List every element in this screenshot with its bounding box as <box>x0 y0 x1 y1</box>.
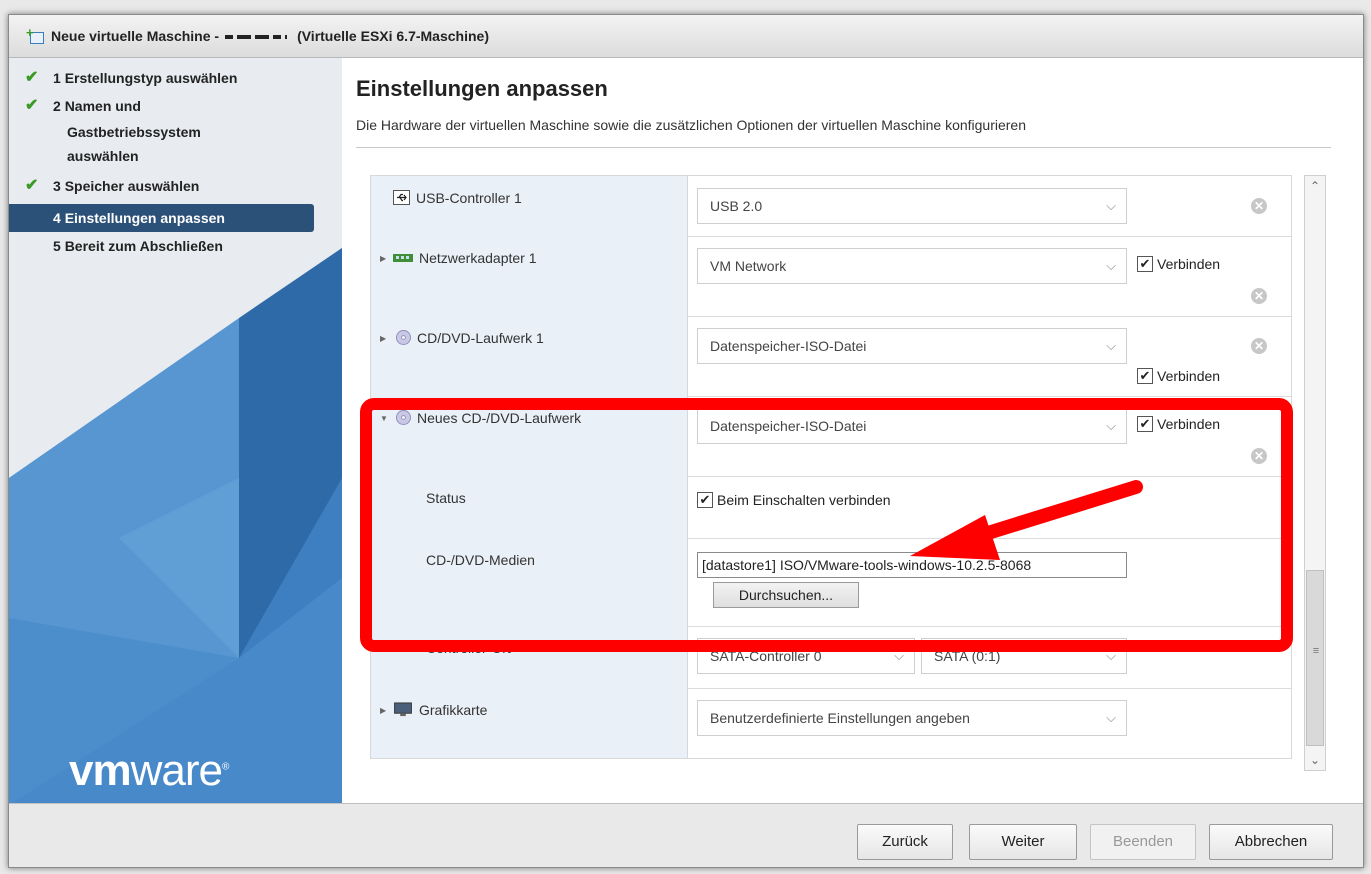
step-4-active[interactable]: ✔ 4 Einstellungen anpassen <box>9 204 314 232</box>
step-label: Einstellungen anpassen <box>64 210 225 226</box>
new-vm-icon: + <box>26 25 45 44</box>
gpu-label: Grafikkarte <box>419 702 488 718</box>
controller-port-select[interactable]: SATA (0:1) ⌵ <box>921 638 1127 674</box>
controller-label: Controller-Ort <box>426 640 511 656</box>
step-2[interactable]: ✔ 2 Namen und Gastbetriebssystem auswähl… <box>9 96 342 176</box>
new-cd-label: Neues CD-/DVD-Laufwerk <box>417 410 582 426</box>
hardware-row-status: Status ✔ Beim Einschalten verbinden <box>371 476 1291 539</box>
step-label: Speicher auswählen <box>64 178 200 194</box>
check-icon: ✔ <box>25 97 39 114</box>
hardware-row-new-cd[interactable]: ▼ Neues CD-/DVD-Laufwerk Datenspeicher-I… <box>371 396 1291 477</box>
connect-at-power-on-checkbox[interactable]: ✔ Beim Einschalten verbinden <box>697 492 891 508</box>
status-label: Status <box>426 490 466 506</box>
usb-label: USB-Controller 1 <box>416 190 522 206</box>
step-label: Erstellungstyp auswählen <box>64 70 238 86</box>
grip-icon: ≡ <box>1312 645 1320 657</box>
expand-arrow-icon[interactable]: ▶ <box>380 254 386 263</box>
expand-arrow-icon[interactable]: ▶ <box>380 334 386 343</box>
step-label: Bereit zum Abschließen <box>64 238 223 254</box>
collapse-arrow-icon[interactable]: ▼ <box>380 414 388 423</box>
redacted-vm-name <box>225 28 291 44</box>
iso-path-input[interactable]: [datastore1] ISO/VMware-tools-windows-10… <box>697 552 1127 578</box>
divider <box>356 147 1331 148</box>
remove-cd1-icon[interactable]: ✕ <box>1251 338 1267 354</box>
check-icon: ✔ <box>25 69 39 86</box>
browse-button[interactable]: Durchsuchen... <box>713 582 859 608</box>
hardware-row-network[interactable]: ▶ Netzwerkadapter 1 VM Network ⌵ ✔ Verbind… <box>371 236 1291 317</box>
hardware-row-gpu[interactable]: ▶ Grafikkarte Benutzerdefinierte Einstel… <box>371 688 1291 758</box>
gpu-select[interactable]: Benutzerdefinierte Einstellungen angeben… <box>697 700 1127 736</box>
hardware-row-cd1[interactable]: ▶ CD/DVD-Laufwerk 1 Datenspeicher-ISO-Da… <box>371 316 1291 397</box>
chevron-down-icon: ⌵ <box>1106 258 1116 273</box>
page-title: Einstellungen anpassen <box>356 76 608 101</box>
scroll-down-icon[interactable]: ⌄ <box>1305 750 1325 770</box>
chevron-down-icon: ⌵ <box>1106 710 1116 725</box>
cd-dvd-icon <box>396 330 411 345</box>
cancel-button[interactable]: Abbrechen <box>1209 824 1333 860</box>
new-cd-type-select[interactable]: Datenspeicher-ISO-Datei ⌵ <box>697 408 1127 444</box>
monitor-icon <box>394 702 412 717</box>
usb-icon <box>393 190 410 205</box>
dialog-footer: Zurück Weiter Beenden Abbrechen <box>9 803 1363 867</box>
remove-network-icon[interactable]: ✕ <box>1251 288 1267 304</box>
expand-arrow-icon[interactable]: ▶ <box>380 706 386 715</box>
step-label-line3: auswählen <box>67 148 139 164</box>
cd-dvd-icon <box>396 410 411 425</box>
scroll-up-icon[interactable]: ⌃ <box>1305 176 1325 196</box>
chevron-down-icon: ⌵ <box>1106 418 1116 433</box>
wizard-sidebar: ✔ 1 Erstellungstyp auswählen ✔ 2 Namen u… <box>9 58 342 804</box>
step-label: Namen und <box>64 98 141 114</box>
step-1[interactable]: ✔ 1 Erstellungstyp auswählen <box>9 68 342 96</box>
step-3[interactable]: ✔ 3 Speicher auswählen <box>9 176 342 204</box>
back-button[interactable]: Zurück <box>857 824 953 860</box>
cd1-type-select[interactable]: Datenspeicher-ISO-Datei ⌵ <box>697 328 1127 364</box>
cd1-connect-checkbox[interactable]: ✔ Verbinden <box>1137 368 1220 384</box>
scroll-thumb[interactable]: ≡ <box>1306 570 1324 746</box>
vertical-scrollbar[interactable]: ⌃ ≡ ⌄ <box>1304 175 1326 771</box>
network-connect-checkbox[interactable]: ✔ Verbinden <box>1137 256 1220 272</box>
remove-usb-icon[interactable]: ✕ <box>1251 198 1267 214</box>
chevron-down-icon: ⌵ <box>894 648 904 663</box>
hardware-row-controller: Controller-Ort SATA-Controller 0 ⌵ SATA (… <box>371 626 1291 689</box>
chevron-down-icon: ⌵ <box>1106 648 1116 663</box>
media-label: CD-/DVD-Medien <box>426 552 535 568</box>
finish-button[interactable]: Beenden <box>1090 824 1196 860</box>
network-card-icon <box>393 254 413 262</box>
remove-new-cd-icon[interactable]: ✕ <box>1251 448 1267 464</box>
check-icon: ✔ <box>25 177 39 194</box>
main-content: Einstellungen anpassen Die Hardware der … <box>342 58 1363 804</box>
hardware-row-usb: USB-Controller 1 USB 2.0 ⌵ ✕ <box>371 176 1291 237</box>
cd1-label: CD/DVD-Laufwerk 1 <box>417 330 544 346</box>
dialog-title-suffix: (Virtuelle ESXi 6.7-Maschine) <box>297 28 489 44</box>
network-select[interactable]: VM Network ⌵ <box>697 248 1127 284</box>
hardware-list: USB-Controller 1 USB 2.0 ⌵ ✕ ▶ Netzwerkad… <box>370 175 1292 759</box>
chevron-down-icon: ⌵ <box>1106 338 1116 353</box>
step-5[interactable]: 5 Bereit zum Abschließen <box>9 232 342 260</box>
network-label: Netzwerkadapter 1 <box>419 250 537 266</box>
vmware-logo: vmware® <box>69 746 229 795</box>
chevron-down-icon: ⌵ <box>1106 198 1116 213</box>
controller-select[interactable]: SATA-Controller 0 ⌵ <box>697 638 915 674</box>
dialog-titlebar: + Neue virtuelle Maschine - (Virtuelle E… <box>9 15 1363 58</box>
page-subtitle: Die Hardware der virtuellen Maschine sow… <box>356 117 1027 133</box>
hardware-row-media: CD-/DVD-Medien [datastore1] ISO/VMware-t… <box>371 538 1291 627</box>
new-cd-connect-checkbox[interactable]: ✔ Verbinden <box>1137 416 1220 432</box>
usb-type-select[interactable]: USB 2.0 ⌵ <box>697 188 1127 224</box>
next-button[interactable]: Weiter <box>969 824 1077 860</box>
step-label-line2: Gastbetriebssystem <box>67 124 201 140</box>
wizard-steps: ✔ 1 Erstellungstyp auswählen ✔ 2 Namen u… <box>9 68 342 260</box>
new-vm-dialog: + Neue virtuelle Maschine - (Virtuelle E… <box>8 14 1364 868</box>
dialog-title-prefix: Neue virtuelle Maschine - <box>51 28 220 44</box>
